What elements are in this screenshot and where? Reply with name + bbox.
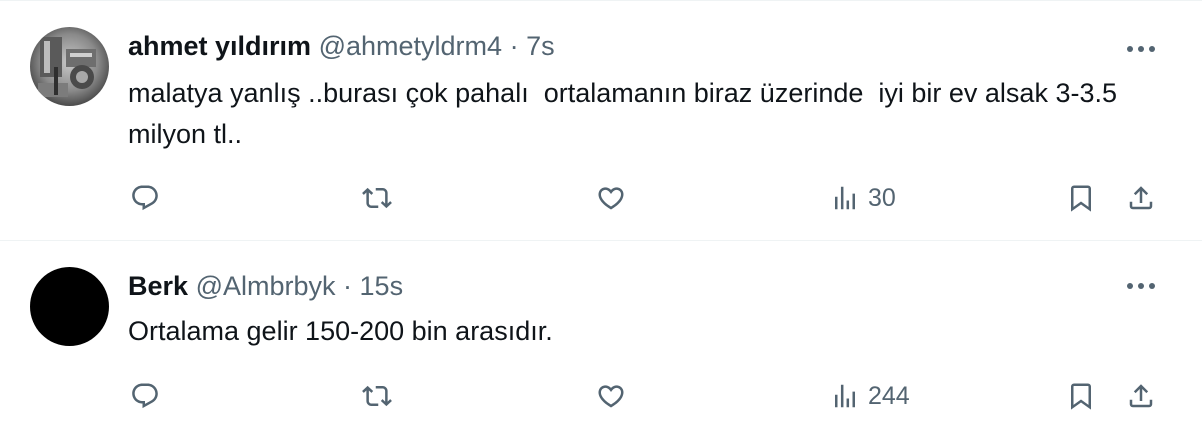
views-count: 30 xyxy=(868,183,896,212)
more-button[interactable] xyxy=(1124,269,1158,303)
views-icon xyxy=(835,186,855,210)
views-button[interactable]: 244 xyxy=(830,376,910,416)
reply-button[interactable] xyxy=(130,178,160,218)
reply-button[interactable] xyxy=(130,376,160,416)
more-button[interactable] xyxy=(1124,32,1158,66)
tweet-text: Ortalama gelir 150-200 bin arasıdır. xyxy=(128,316,553,346)
views-count: 244 xyxy=(868,381,910,410)
like-icon xyxy=(598,187,624,210)
author-handle[interactable]: @ahmetyldrm4 xyxy=(319,31,502,61)
tweet-actions: 30 xyxy=(0,178,1202,218)
retweet-button[interactable] xyxy=(362,178,392,218)
avatar[interactable] xyxy=(30,27,109,106)
tweet[interactable]: Berk @Almbrbyk · 15s Ortalama gelir 150-… xyxy=(0,241,1202,434)
views-icon xyxy=(835,384,855,408)
author-name[interactable]: Berk xyxy=(128,271,188,301)
retweet-button[interactable] xyxy=(362,376,392,416)
tweet-header: Berk @Almbrbyk · 15s xyxy=(128,270,403,302)
tweet-actions: 244 xyxy=(0,376,1202,416)
retweet-icon xyxy=(362,385,392,407)
separator-dot: · xyxy=(509,31,519,61)
share-icon xyxy=(1129,186,1153,210)
like-button[interactable] xyxy=(596,178,626,218)
share-button[interactable] xyxy=(1126,178,1156,218)
tweet-text: malatya yanlış ..burası çok pahalı ortal… xyxy=(128,78,1125,149)
separator-dot: · xyxy=(343,271,353,301)
author-handle[interactable]: @Almbrbyk xyxy=(196,271,336,301)
bookmark-button[interactable] xyxy=(1066,178,1096,218)
bookmark-icon xyxy=(1071,383,1091,410)
more-icon xyxy=(1127,283,1155,289)
reply-icon xyxy=(132,383,158,409)
tweet-header: ahmet yıldırım @ahmetyldrm4 · 7s xyxy=(128,30,555,62)
timestamp[interactable]: 7s xyxy=(526,31,555,61)
share-button[interactable] xyxy=(1126,376,1156,416)
like-icon xyxy=(598,385,624,408)
share-icon xyxy=(1129,384,1153,408)
avatar[interactable] xyxy=(30,267,109,346)
retweet-icon xyxy=(362,187,392,209)
more-icon xyxy=(1127,46,1155,52)
tweet[interactable]: ahmet yıldırım @ahmetyldrm4 · 7s malatya… xyxy=(0,8,1202,241)
like-button[interactable] xyxy=(596,376,626,416)
avatar-image xyxy=(30,27,109,106)
bookmark-button[interactable] xyxy=(1066,376,1096,416)
timestamp[interactable]: 15s xyxy=(360,271,404,301)
bookmark-icon xyxy=(1071,185,1091,212)
reply-icon xyxy=(132,185,158,211)
views-button[interactable]: 30 xyxy=(830,178,896,218)
author-name[interactable]: ahmet yıldırım xyxy=(128,31,311,61)
top-divider xyxy=(0,0,1202,1)
